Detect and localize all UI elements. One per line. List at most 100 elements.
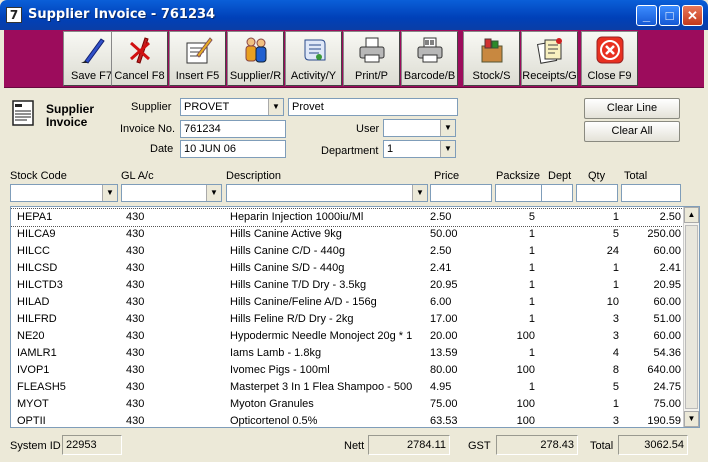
invoice-no-field[interactable]: 761234 [180, 120, 286, 138]
user-select[interactable]: ▼ [383, 119, 456, 137]
barcode-printer-icon [417, 37, 442, 63]
filter-total[interactable] [621, 184, 681, 202]
clear-line-button[interactable]: Clear Line [584, 98, 680, 119]
total-label: Total [590, 440, 614, 452]
cell-code: HILCA9 [17, 228, 56, 240]
filter-dept[interactable] [541, 184, 573, 202]
barcode-button[interactable]: Barcode/B [401, 31, 458, 86]
cell-code: MYOT [17, 398, 49, 410]
cell-gl: 430 [126, 245, 145, 257]
cell-total: 190.59 [647, 415, 681, 427]
clear-all-button[interactable]: Clear All [584, 121, 680, 142]
col-total: Total [624, 170, 648, 182]
supplier-label-text: Supplier [131, 101, 172, 113]
date-label: Date [150, 143, 174, 155]
table-row[interactable]: HILCA9 430 Hills Canine Active 9kg 50.00 1 5 2… [11, 226, 683, 243]
stock-button[interactable]: Stock/S [463, 31, 520, 86]
chevron-down-icon[interactable]: ▼ [440, 141, 455, 157]
cell-code: IVOP1 [17, 364, 50, 376]
table-row[interactable]: MYOT 430 Myoton Granules 75.00 100 1 75.00 [11, 396, 683, 413]
cell-price: 17.00 [430, 313, 458, 325]
cell-gl: 430 [126, 211, 145, 223]
cancel-label: Cancel F8 [114, 70, 165, 82]
filter-packsize[interactable] [495, 184, 545, 202]
cell-code: HILCTD3 [17, 279, 63, 291]
scroll-thumb[interactable] [685, 225, 698, 409]
filter-stock-code[interactable]: ▼ [10, 184, 118, 202]
table-row[interactable]: HILFRD 430 Hills Feline R/D Dry - 2kg 17.00… [11, 311, 683, 328]
close-button[interactable]: Close F9 [581, 31, 638, 86]
people-icon [245, 37, 266, 63]
scroll-down-icon[interactable]: ▼ [684, 411, 699, 427]
document-icon [12, 100, 34, 126]
close-window-button[interactable]: ✕ [682, 5, 703, 26]
close-icon: ✕ [687, 8, 698, 23]
maximize-button[interactable]: □ [659, 5, 680, 26]
table-row[interactable]: IAMLR1 430 Iams Lamb - 1.8kg 13.59 1 4 54.36 [11, 345, 683, 362]
col-description: Description [226, 170, 282, 182]
form-title: Supplier Invoice [46, 102, 95, 129]
print-label: Print/P [354, 70, 388, 82]
chevron-down-icon[interactable]: ▼ [412, 185, 427, 201]
cell-pack: 100 [516, 364, 535, 376]
window-title: Supplier Invoice - 761234 [28, 7, 216, 22]
cell-code: FLEASH5 [17, 381, 66, 393]
table-row[interactable]: IVOP1 430 Ivomec Pigs - 100ml 80.00 100 8 640.… [11, 362, 683, 379]
cell-price: 2.50 [430, 245, 452, 257]
table-row[interactable]: HILCC 430 Hills Canine C/D - 440g 2.50 1 24 60… [11, 243, 683, 260]
cell-total: 2.50 [659, 211, 681, 223]
filter-gl[interactable]: ▼ [121, 184, 222, 202]
col-dept: Dept [548, 170, 572, 182]
cell-desc: Hills Feline R/D Dry - 2kg [230, 313, 354, 325]
filter-description[interactable]: ▼ [226, 184, 428, 202]
cell-total: 250.00 [647, 228, 681, 240]
supplier-button[interactable]: Supplier/R [227, 31, 284, 86]
cell-total: 60.00 [653, 330, 681, 342]
date-field[interactable]: 10 JUN 06 [180, 140, 286, 158]
cell-price: 2.41 [430, 262, 452, 274]
activity-button[interactable]: Activity/Y [285, 31, 342, 86]
scroll-up-icon[interactable]: ▲ [684, 207, 699, 223]
cell-code: HEPA1 [17, 211, 53, 223]
supplier-code-value: PROVET [184, 101, 230, 113]
gst-label: GST [468, 440, 491, 452]
cell-desc: Hypodermic Needle Monoject 20g * 1 [230, 330, 413, 342]
chevron-down-icon[interactable]: ▼ [206, 185, 221, 201]
department-select[interactable]: 1 ▼ [383, 140, 456, 158]
print-button[interactable]: Print/P [343, 31, 400, 86]
minimize-button[interactable]: _ [636, 5, 657, 26]
col-stock-code: Stock Code [10, 170, 67, 182]
chevron-down-icon[interactable]: ▼ [440, 120, 455, 136]
app-icon: 7 [6, 7, 22, 23]
cancel-button[interactable]: Cancel F8 [111, 31, 168, 86]
cell-desc: Ivomec Pigs - 100ml [230, 364, 330, 376]
table-row[interactable]: FLEASH5 430 Masterpet 3 In 1 Flea Shampoo … [11, 379, 683, 396]
invoice-lines-grid[interactable]: HEPA1 430 Heparin Injection 1000iu/Ml 2.50 5… [10, 206, 700, 428]
col-gl: GL A/c [121, 170, 154, 182]
cell-price: 6.00 [430, 296, 452, 308]
cell-code: IAMLR1 [17, 347, 57, 359]
supplier-name-field[interactable]: Provet [288, 98, 458, 116]
table-row[interactable]: NE20 430 Hypodermic Needle Monoject 20g * … [11, 328, 683, 345]
cell-qty: 1 [612, 398, 619, 410]
cell-code: HILCSD [17, 262, 58, 274]
supplier-label: Supplier/R [229, 70, 282, 82]
table-row[interactable]: HILCSD 430 Hills Canine S/D - 440g 2.41 1 1 2.… [11, 260, 683, 277]
col-packsize: Packsize [496, 170, 541, 182]
cell-qty: 3 [612, 415, 619, 427]
chevron-down-icon[interactable]: ▼ [102, 185, 117, 201]
filter-qty[interactable] [576, 184, 618, 202]
cell-desc: Hills Canine Active 9kg [230, 228, 342, 240]
supplier-code-select[interactable]: PROVET ▼ [180, 98, 284, 116]
vertical-scrollbar[interactable]: ▲ ▼ [683, 207, 699, 427]
table-row[interactable]: HILCTD3 430 Hills Canine T/D Dry - 3.5kg 20… [11, 277, 683, 294]
table-row[interactable]: OPTII 430 Opticortenol 0.5% 63.53 100 3 190.59 [11, 413, 683, 427]
cell-price: 50.00 [430, 228, 458, 240]
receipts-button[interactable]: Receipts/G [521, 31, 578, 86]
chevron-down-icon[interactable]: ▼ [268, 99, 283, 115]
filter-price[interactable] [430, 184, 492, 202]
table-row[interactable]: HEPA1 430 Heparin Injection 1000iu/Ml 2.50 5… [11, 208, 684, 227]
activity-label: Activity/Y [290, 70, 337, 82]
insert-button[interactable]: Insert F5 [169, 31, 226, 86]
table-row[interactable]: HILAD 430 Hills Canine/Feline A/D - 156g 6.… [11, 294, 683, 311]
